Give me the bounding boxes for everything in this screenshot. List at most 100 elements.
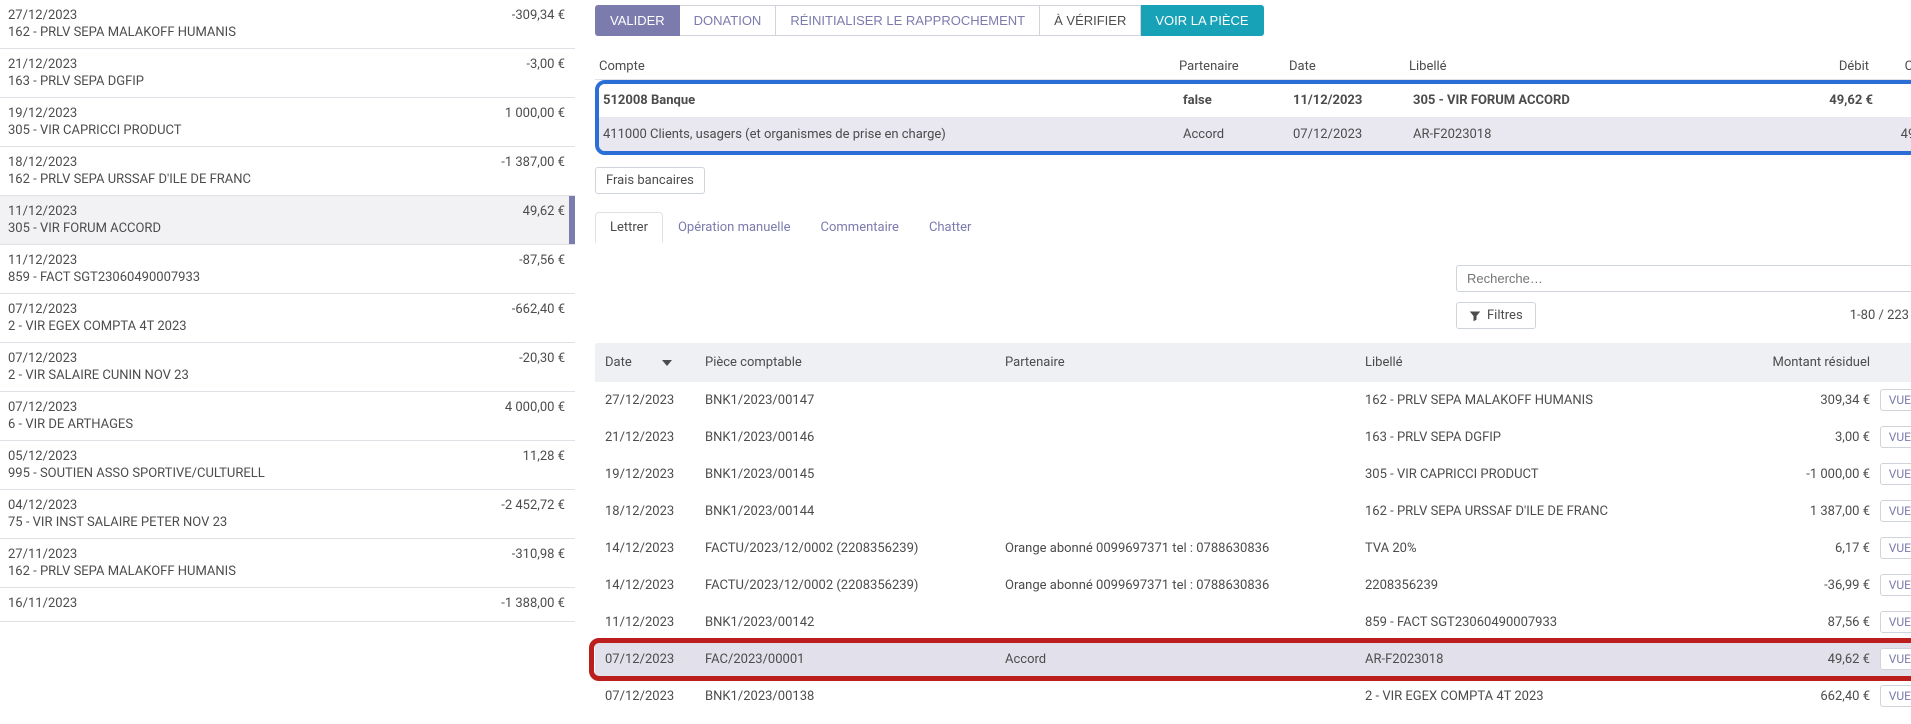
row-piece: BNK1/2023/00138	[705, 689, 1005, 704]
grid-col-amount[interactable]: Montant résiduel	[1715, 355, 1870, 370]
verify-button[interactable]: À VÉRIFIER	[1040, 5, 1141, 36]
table-row[interactable]: 21/12/2023BNK1/2023/00146163 - PRLV SEPA…	[595, 419, 1911, 456]
frais-bancaires-chip[interactable]: Frais bancaires	[595, 167, 705, 194]
row-amount: 1 387,00 €	[1715, 504, 1870, 519]
row-date: 07/12/2023	[605, 652, 705, 667]
col-date: Date	[1289, 59, 1409, 74]
sidebar-item[interactable]: 07/12/2023-662,40 €2 - VIR EGEX COMPTA 4…	[0, 294, 575, 343]
tab-lettrer[interactable]: Lettrer	[595, 212, 663, 243]
sidebar-item-desc: 859 - FACT SGT23060490007933	[8, 270, 565, 285]
sidebar-item[interactable]: 11/12/202349,62 €305 - VIR FORUM ACCORD	[0, 196, 575, 245]
table-row[interactable]: 14/12/2023FACTU/2023/12/0002 (2208356239…	[595, 567, 1911, 604]
sidebar-item-date: 04/12/2023	[8, 498, 77, 513]
row-date: 27/12/2023	[605, 393, 705, 408]
row-label: 2 - VIR EGEX COMPTA 4T 2023	[1365, 689, 1715, 704]
sidebar-item-desc: 162 - PRLV SEPA URSSAF D'ILE DE FRANC	[8, 172, 565, 187]
sidebar-item[interactable]: 27/11/2023-310,98 €162 - PRLV SEPA MALAK…	[0, 539, 575, 588]
tab-chatter[interactable]: Chatter	[914, 212, 987, 243]
row-amount: 309,34 €	[1715, 393, 1870, 408]
col-credit: Crédit	[1869, 59, 1911, 74]
sidebar-item[interactable]: 11/12/2023-87,56 €859 - FACT SGT23060490…	[0, 245, 575, 294]
table-row[interactable]: 07/12/2023FAC/2023/00001AccordAR-F202301…	[595, 641, 1911, 678]
grid-col-label[interactable]: Libellé	[1365, 355, 1715, 370]
sidebar-item-amount: -1 387,00 €	[501, 155, 565, 170]
sidebar-item-date: 18/12/2023	[8, 155, 77, 170]
row-piece: BNK1/2023/00146	[705, 430, 1005, 445]
vue-button[interactable]: VUE	[1880, 463, 1911, 485]
tab-manual[interactable]: Opération manuelle	[663, 212, 806, 243]
line-credit: 49,62 €	[1873, 127, 1911, 142]
sidebar-item-date: 16/11/2023	[8, 596, 77, 611]
sidebar-item-amount: -1 388,00 €	[501, 596, 565, 611]
sidebar-item[interactable]: 07/12/2023-20,30 €2 - VIR SALAIRE CUNIN …	[0, 343, 575, 392]
sidebar-item-desc: 75 - VIR INST SALAIRE PETER NOV 23	[8, 515, 565, 530]
reconcile-header: Compte Partenaire Date Libellé Débit Cré…	[595, 54, 1911, 80]
vue-button[interactable]: VUE	[1880, 500, 1911, 522]
bank-date: 11/12/2023	[1293, 93, 1413, 108]
sidebar-item[interactable]: 19/12/20231 000,00 €305 - VIR CAPRICCI P…	[0, 98, 575, 147]
validate-button[interactable]: VALIDER	[595, 5, 680, 36]
search-input[interactable]	[1456, 265, 1911, 292]
donation-button[interactable]: DONATION	[680, 5, 777, 36]
row-date: 21/12/2023	[605, 430, 705, 445]
sort-desc-icon	[662, 360, 672, 366]
sidebar-item-amount: -20,30 €	[519, 351, 565, 366]
table-row[interactable]: 19/12/2023BNK1/2023/00145305 - VIR CAPRI…	[595, 456, 1911, 493]
vue-button[interactable]: VUE	[1880, 537, 1911, 559]
sidebar-item-amount: 1 000,00 €	[505, 106, 565, 121]
tabs: Lettrer Opération manuelle Commentaire C…	[595, 212, 1911, 243]
bank-account: 512008 Banque	[603, 93, 1183, 108]
row-date: 14/12/2023	[605, 578, 705, 593]
row-partner: Orange abonné 0099697371 tel : 078863083…	[1005, 541, 1365, 556]
sidebar-item[interactable]: 27/12/2023-309,34 €162 - PRLV SEPA MALAK…	[0, 0, 575, 49]
table-row[interactable]: 18/12/2023BNK1/2023/00144162 - PRLV SEPA…	[595, 493, 1911, 530]
row-date: 19/12/2023	[605, 467, 705, 482]
reset-reconcile-button[interactable]: RÉINITIALISER LE RAPPROCHEMENT	[776, 5, 1040, 36]
filters-button[interactable]: Filtres	[1456, 302, 1536, 329]
sidebar-item-amount: -310,98 €	[512, 547, 565, 562]
table-row[interactable]: 07/12/2023BNK1/2023/001382 - VIR EGEX CO…	[595, 678, 1911, 715]
sidebar-item[interactable]: 18/12/2023 -1 387,00 € 162 - PRLV SEPA URS…	[0, 147, 575, 196]
sidebar-item-desc: 162 - PRLV SEPA MALAKOFF HUMANIS	[8, 25, 565, 40]
sidebar-item[interactable]: 04/12/2023-2 452,72 €75 - VIR INST SALAI…	[0, 490, 575, 539]
row-date: 18/12/2023	[605, 504, 705, 519]
tab-comment[interactable]: Commentaire	[806, 212, 914, 243]
sidebar-item-amount: 4 000,00 €	[505, 400, 565, 415]
sidebar-item[interactable]: 07/12/20234 000,00 €6 - VIR DE ARTHAGES	[0, 392, 575, 441]
row-piece: BNK1/2023/00145	[705, 467, 1005, 482]
sidebar-item-date: 27/12/2023	[8, 8, 77, 23]
grid-col-partner[interactable]: Partenaire	[1005, 355, 1365, 370]
sidebar-item[interactable]: 21/12/2023-3,00 €163 - PRLV SEPA DGFIP	[0, 49, 575, 98]
view-piece-button[interactable]: VOIR LA PIÈCE	[1141, 5, 1263, 36]
row-amount: 3,00 €	[1715, 430, 1870, 445]
sidebar-item[interactable]: 05/12/202311,28 €995 - SOUTIEN ASSO SPOR…	[0, 441, 575, 490]
col-account: Compte	[599, 59, 1179, 74]
col-partner: Partenaire	[1179, 59, 1289, 74]
sidebar-item-desc: 163 - PRLV SEPA DGFIP	[8, 74, 565, 89]
row-date: 11/12/2023	[605, 615, 705, 630]
table-row[interactable]: 14/12/2023FACTU/2023/12/0002 (2208356239…	[595, 530, 1911, 567]
vue-button[interactable]: VUE	[1880, 574, 1911, 596]
vue-button[interactable]: VUE	[1880, 685, 1911, 707]
grid-col-piece[interactable]: Pièce comptable	[705, 355, 1005, 370]
vue-button[interactable]: VUE	[1880, 648, 1911, 670]
grid-col-date[interactable]: Date	[605, 355, 705, 370]
reconcile-body: 512008 Banque false 11/12/2023 305 - VIR…	[595, 80, 1911, 155]
row-date: 14/12/2023	[605, 541, 705, 556]
vue-button[interactable]: VUE	[1880, 389, 1911, 411]
reconcile-bank-row[interactable]: 512008 Banque false 11/12/2023 305 - VIR…	[599, 84, 1911, 117]
table-row[interactable]: 27/12/2023BNK1/2023/00147162 - PRLV SEPA…	[595, 382, 1911, 419]
row-label: TVA 20%	[1365, 541, 1715, 556]
sidebar-item-desc: 995 - SOUTIEN ASSO SPORTIVE/CULTURELL	[8, 466, 565, 481]
table-row[interactable]: 11/12/2023BNK1/2023/00142859 - FACT SGT2…	[595, 604, 1911, 641]
line-account: 411000 Clients, usagers (et organismes d…	[603, 127, 1183, 142]
vue-button[interactable]: VUE	[1880, 426, 1911, 448]
bank-label: 305 - VIR FORUM ACCORD	[1413, 93, 1753, 108]
reconcile-match-row[interactable]: 411000 Clients, usagers (et organismes d…	[599, 117, 1911, 151]
row-label: 2208356239	[1365, 578, 1715, 593]
sidebar-item-date: 19/12/2023	[8, 106, 77, 121]
sidebar-item[interactable]: 16/11/2023 -1 388,00 €	[0, 588, 575, 622]
sidebar-item-date: 11/12/2023	[8, 204, 77, 219]
vue-button[interactable]: VUE	[1880, 611, 1911, 633]
grid-body: 27/12/2023BNK1/2023/00147162 - PRLV SEPA…	[595, 382, 1911, 715]
